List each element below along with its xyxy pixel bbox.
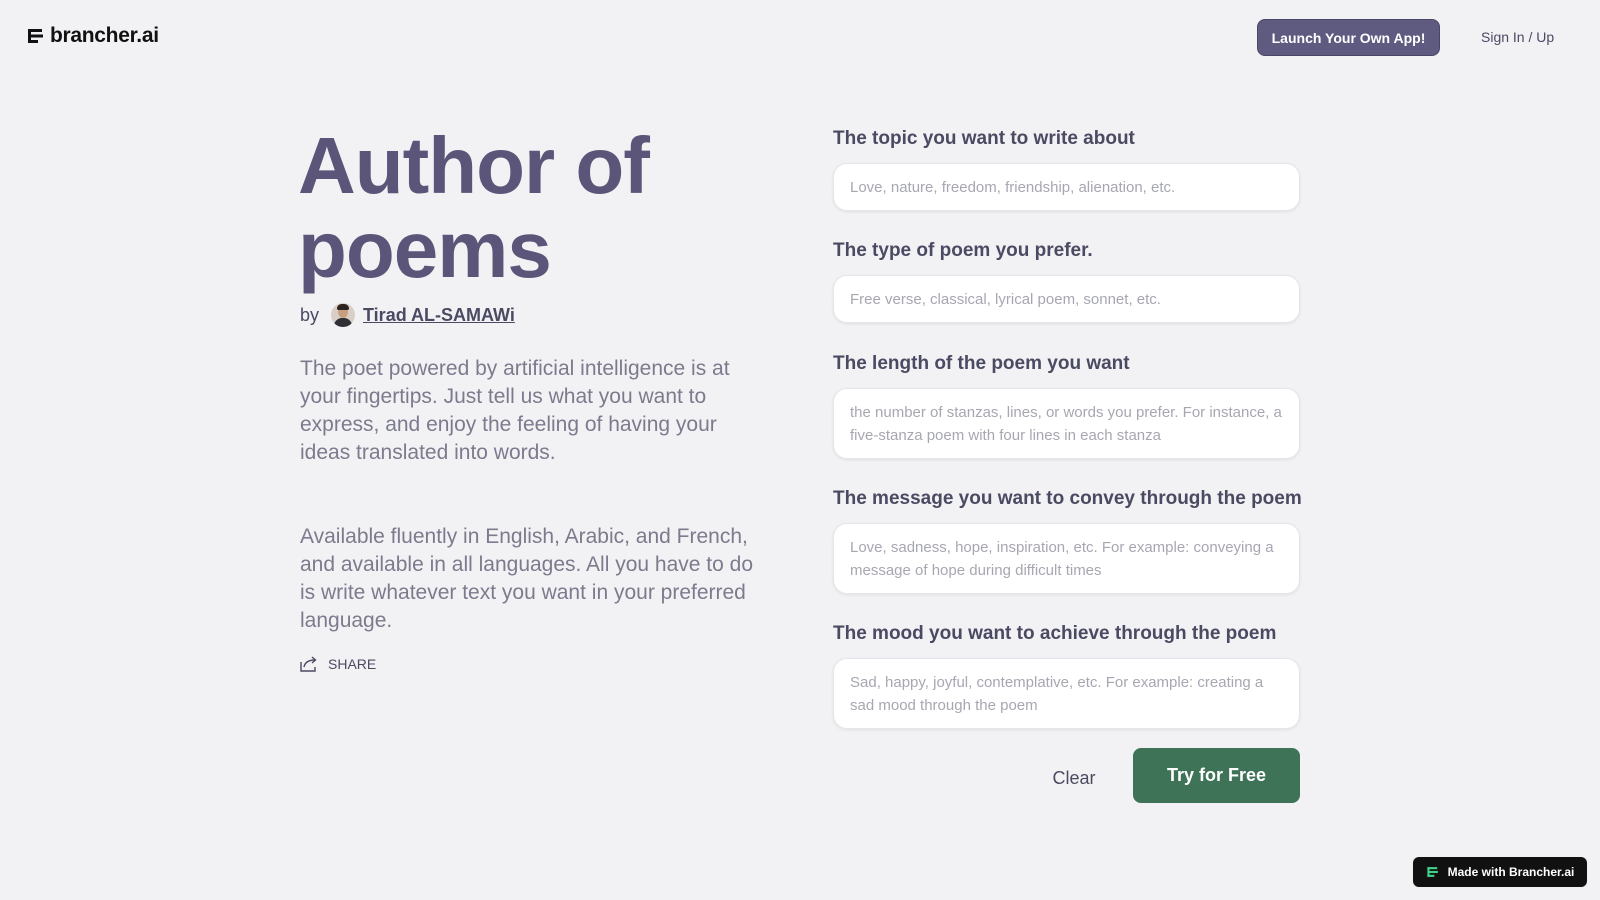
avatar <box>331 303 356 327</box>
brancher-badge-icon <box>1427 867 1438 877</box>
poem-message-input[interactable] <box>833 523 1300 594</box>
logo-text: brancher.ai <box>50 24 159 47</box>
poem-length-input[interactable] <box>833 388 1300 459</box>
sign-in-link[interactable]: Sign In / Up <box>1481 29 1554 45</box>
poem-mood-input[interactable] <box>833 658 1300 729</box>
poem-mood-label: The mood you want to achieve through the… <box>833 623 1277 644</box>
app-description: The poet powered by artificial intellige… <box>300 357 730 464</box>
share-label: SHARE <box>328 656 377 672</box>
launch-app-button[interactable]: Launch Your Own App! <box>1257 19 1440 56</box>
try-for-free-button[interactable]: Try for Free <box>1133 748 1300 803</box>
clear-button[interactable]: Clear <box>1040 763 1108 793</box>
share-button[interactable]: SHARE <box>300 656 376 672</box>
byline: by Tirad AL-SAMAWi <box>300 303 515 327</box>
made-with-brancher-badge[interactable]: Made with Brancher.ai <box>1413 857 1587 887</box>
by-label: by <box>300 304 320 325</box>
badge-label: Made with Brancher.ai <box>1447 865 1575 879</box>
author-link[interactable]: Tirad AL-SAMAWi <box>363 305 515 326</box>
brancher-logo-icon <box>28 29 43 43</box>
poem-type-input[interactable] <box>833 275 1300 323</box>
poem-type-label: The type of poem you prefer. <box>833 240 1093 261</box>
topic-label: The topic you want to write about <box>833 128 1135 149</box>
poem-length-label: The length of the poem you want <box>833 353 1130 374</box>
poem-message-label: The message you want to convey through t… <box>833 488 1302 509</box>
app-language-note: Available fluently in English, Arabic, a… <box>300 525 753 632</box>
brancher-logo[interactable]: brancher.ai <box>26 24 159 48</box>
share-icon <box>300 656 317 672</box>
topic-input[interactable] <box>833 163 1300 211</box>
page-title: Author of poems <box>298 121 650 294</box>
